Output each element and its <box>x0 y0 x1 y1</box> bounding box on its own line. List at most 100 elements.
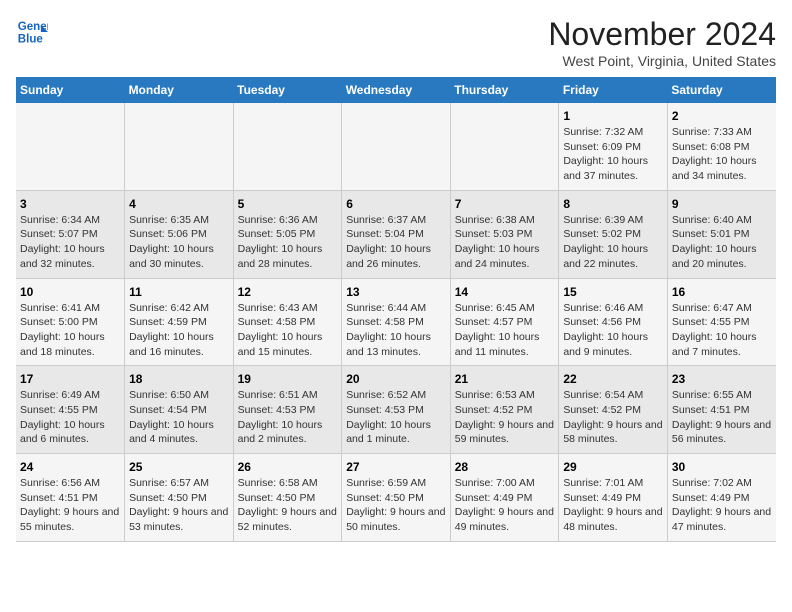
calendar-cell: 4Sunrise: 6:35 AM Sunset: 5:06 PM Daylig… <box>125 190 234 278</box>
day-number: 8 <box>563 197 663 211</box>
day-number: 28 <box>455 460 555 474</box>
day-number: 23 <box>672 372 772 386</box>
column-header-saturday: Saturday <box>667 77 776 103</box>
column-header-wednesday: Wednesday <box>342 77 451 103</box>
calendar-cell: 22Sunrise: 6:54 AM Sunset: 4:52 PM Dayli… <box>559 366 668 454</box>
day-number: 17 <box>20 372 120 386</box>
day-info: Sunrise: 6:46 AM Sunset: 4:56 PM Dayligh… <box>563 301 663 360</box>
week-row-4: 17 Sunrise: 6:49 AM Sunset: 4:55 PM Dayli… <box>16 366 776 454</box>
calendar-cell: 26Sunrise: 6:58 AM Sunset: 4:50 PM Dayli… <box>233 454 342 542</box>
calendar-cell: 7 Sunrise: 6:38 AM Sunset: 5:03 PM Daylig… <box>450 190 559 278</box>
day-info: Sunrise: 6:44 AM Sunset: 4:58 PM Dayligh… <box>346 301 446 360</box>
day-info: Sunrise: 6:39 AM Sunset: 5:02 PM Dayligh… <box>563 213 663 272</box>
day-info: Sunrise: 6:50 AM Sunset: 4:54 PM Dayligh… <box>129 388 229 447</box>
calendar-cell: 9Sunrise: 6:40 AM Sunset: 5:01 PM Daylig… <box>667 190 776 278</box>
day-info: Sunrise: 6:59 AM Sunset: 4:50 PM Dayligh… <box>346 476 446 535</box>
calendar-cell: 13 Sunrise: 6:44 AM Sunset: 4:58 PM Dayli… <box>342 278 451 366</box>
calendar-title: November 2024 <box>548 16 776 53</box>
day-number: 24 <box>20 460 120 474</box>
calendar-cell: 1 Sunrise: 7:32 AM Sunset: 6:09 PM Daylig… <box>559 103 668 190</box>
day-number: 20 <box>346 372 446 386</box>
column-header-friday: Friday <box>559 77 668 103</box>
calendar-cell: 11 Sunrise: 6:42 AM Sunset: 4:59 PM Dayli… <box>125 278 234 366</box>
day-info: Sunrise: 6:49 AM Sunset: 4:55 PM Dayligh… <box>20 388 120 447</box>
column-header-thursday: Thursday <box>450 77 559 103</box>
week-row-3: 10 Sunrise: 6:41 AM Sunset: 5:00 PM Dayli… <box>16 278 776 366</box>
calendar-table: SundayMondayTuesdayWednesdayThursdayFrid… <box>16 77 776 542</box>
day-number: 21 <box>455 372 555 386</box>
calendar-cell: 8 Sunrise: 6:39 AM Sunset: 5:02 PM Daylig… <box>559 190 668 278</box>
day-number: 12 <box>238 285 338 299</box>
day-number: 11 <box>129 285 229 299</box>
day-info: Sunrise: 6:41 AM Sunset: 5:00 PM Dayligh… <box>20 301 120 360</box>
calendar-cell: 30 Sunrise: 7:02 AM Sunset: 4:49 PM Dayli… <box>667 454 776 542</box>
day-info: Sunrise: 7:02 AM Sunset: 4:49 PM Dayligh… <box>672 476 772 535</box>
day-number: 15 <box>563 285 663 299</box>
column-header-monday: Monday <box>125 77 234 103</box>
day-info: Sunrise: 6:34 AM Sunset: 5:07 PM Dayligh… <box>20 213 120 272</box>
day-info: Sunrise: 6:57 AM Sunset: 4:50 PM Dayligh… <box>129 476 229 535</box>
day-info: Sunrise: 6:51 AM Sunset: 4:53 PM Dayligh… <box>238 388 338 447</box>
day-number: 25 <box>129 460 229 474</box>
week-row-2: 3 Sunrise: 6:34 AM Sunset: 5:07 PM Daylig… <box>16 190 776 278</box>
calendar-cell: 6 Sunrise: 6:37 AM Sunset: 5:04 PM Daylig… <box>342 190 451 278</box>
calendar-cell: 2Sunrise: 7:33 AM Sunset: 6:08 PM Daylig… <box>667 103 776 190</box>
day-number: 2 <box>672 109 772 123</box>
day-number: 18 <box>129 372 229 386</box>
day-info: Sunrise: 6:47 AM Sunset: 4:55 PM Dayligh… <box>672 301 772 360</box>
week-row-1: 1 Sunrise: 7:32 AM Sunset: 6:09 PM Daylig… <box>16 103 776 190</box>
day-number: 30 <box>672 460 772 474</box>
calendar-cell: 16 Sunrise: 6:47 AM Sunset: 4:55 PM Dayli… <box>667 278 776 366</box>
day-info: Sunrise: 7:01 AM Sunset: 4:49 PM Dayligh… <box>563 476 663 535</box>
day-info: Sunrise: 6:38 AM Sunset: 5:03 PM Dayligh… <box>455 213 555 272</box>
calendar-cell: 18 Sunrise: 6:50 AM Sunset: 4:54 PM Dayli… <box>125 366 234 454</box>
calendar-cell: 3 Sunrise: 6:34 AM Sunset: 5:07 PM Daylig… <box>16 190 125 278</box>
day-number: 7 <box>455 197 555 211</box>
calendar-cell <box>125 103 234 190</box>
day-info: Sunrise: 6:45 AM Sunset: 4:57 PM Dayligh… <box>455 301 555 360</box>
calendar-cell: 28 Sunrise: 7:00 AM Sunset: 4:49 PM Dayli… <box>450 454 559 542</box>
day-number: 1 <box>563 109 663 123</box>
calendar-cell <box>16 103 125 190</box>
calendar-cell: 19 Sunrise: 6:51 AM Sunset: 4:53 PM Dayli… <box>233 366 342 454</box>
day-info: Sunrise: 6:37 AM Sunset: 5:04 PM Dayligh… <box>346 213 446 272</box>
day-number: 9 <box>672 197 772 211</box>
calendar-subtitle: West Point, Virginia, United States <box>548 53 776 69</box>
day-info: Sunrise: 6:54 AM Sunset: 4:52 PM Dayligh… <box>563 388 663 447</box>
week-row-5: 24 Sunrise: 6:56 AM Sunset: 4:51 PM Dayli… <box>16 454 776 542</box>
calendar-cell <box>342 103 451 190</box>
day-info: Sunrise: 6:52 AM Sunset: 4:53 PM Dayligh… <box>346 388 446 447</box>
day-info: Sunrise: 6:53 AM Sunset: 4:52 PM Dayligh… <box>455 388 555 447</box>
day-info: Sunrise: 6:36 AM Sunset: 5:05 PM Dayligh… <box>238 213 338 272</box>
calendar-cell: 21 Sunrise: 6:53 AM Sunset: 4:52 PM Dayli… <box>450 366 559 454</box>
title-block: November 2024 West Point, Virginia, Unit… <box>548 16 776 69</box>
day-number: 6 <box>346 197 446 211</box>
calendar-cell: 27 Sunrise: 6:59 AM Sunset: 4:50 PM Dayli… <box>342 454 451 542</box>
day-number: 3 <box>20 197 120 211</box>
logo-icon: General Blue <box>16 16 48 48</box>
day-number: 29 <box>563 460 663 474</box>
day-info: Sunrise: 7:00 AM Sunset: 4:49 PM Dayligh… <box>455 476 555 535</box>
calendar-cell <box>233 103 342 190</box>
calendar-cell: 10 Sunrise: 6:41 AM Sunset: 5:00 PM Dayli… <box>16 278 125 366</box>
calendar-cell: 17 Sunrise: 6:49 AM Sunset: 4:55 PM Dayli… <box>16 366 125 454</box>
day-info: Sunrise: 6:55 AM Sunset: 4:51 PM Dayligh… <box>672 388 772 447</box>
calendar-cell: 12Sunrise: 6:43 AM Sunset: 4:58 PM Dayli… <box>233 278 342 366</box>
calendar-cell <box>450 103 559 190</box>
day-number: 13 <box>346 285 446 299</box>
column-header-sunday: Sunday <box>16 77 125 103</box>
column-header-tuesday: Tuesday <box>233 77 342 103</box>
day-number: 16 <box>672 285 772 299</box>
calendar-cell: 24 Sunrise: 6:56 AM Sunset: 4:51 PM Dayli… <box>16 454 125 542</box>
calendar-cell: 23 Sunrise: 6:55 AM Sunset: 4:51 PM Dayli… <box>667 366 776 454</box>
day-info: Sunrise: 6:56 AM Sunset: 4:51 PM Dayligh… <box>20 476 120 535</box>
day-number: 19 <box>238 372 338 386</box>
calendar-cell: 14 Sunrise: 6:45 AM Sunset: 4:57 PM Dayli… <box>450 278 559 366</box>
day-info: Sunrise: 7:32 AM Sunset: 6:09 PM Dayligh… <box>563 125 663 184</box>
calendar-cell: 5Sunrise: 6:36 AM Sunset: 5:05 PM Daylig… <box>233 190 342 278</box>
day-number: 14 <box>455 285 555 299</box>
day-number: 10 <box>20 285 120 299</box>
day-info: Sunrise: 6:35 AM Sunset: 5:06 PM Dayligh… <box>129 213 229 272</box>
day-number: 27 <box>346 460 446 474</box>
day-info: Sunrise: 6:42 AM Sunset: 4:59 PM Dayligh… <box>129 301 229 360</box>
